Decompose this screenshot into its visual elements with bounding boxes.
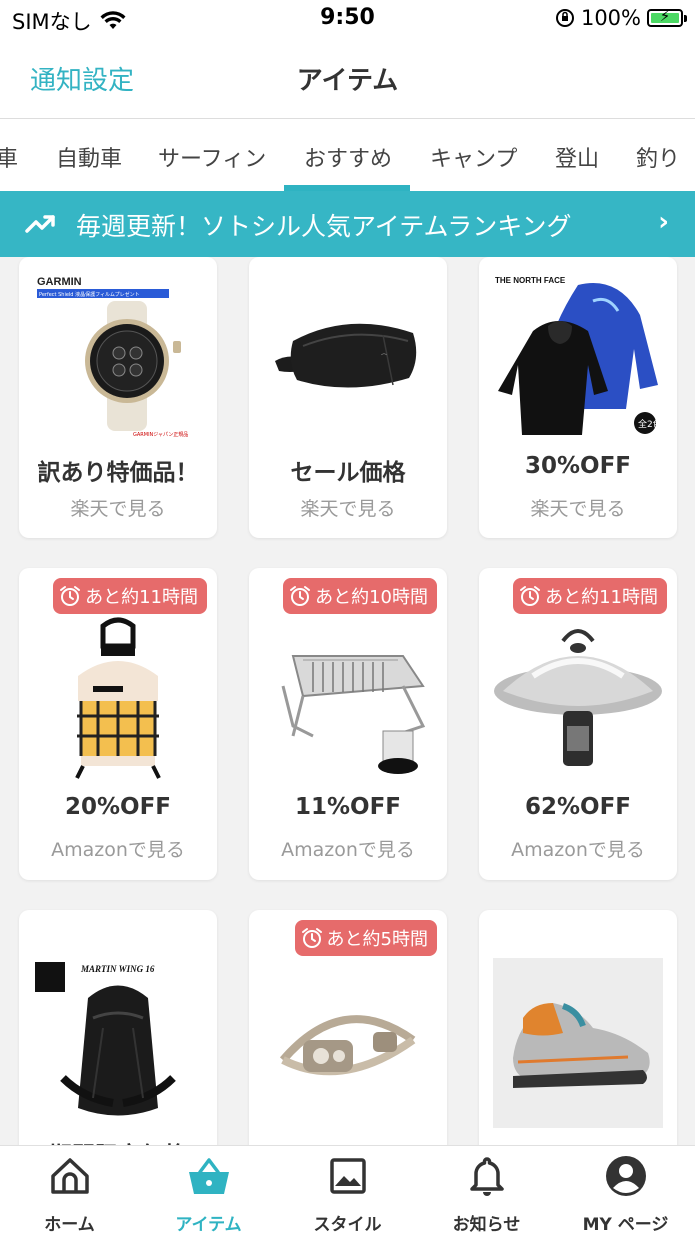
product-title: 62%OFF <box>524 794 632 820</box>
product-image-bbq-grill <box>281 655 426 774</box>
navigation-bar: 通知設定 アイテム <box>0 38 695 119</box>
product-store-link[interactable]: Amazonで見る <box>479 835 677 862</box>
time-remaining-badge: あと約11時間 <box>53 578 207 614</box>
tab-home[interactable]: ホーム <box>0 1146 139 1237</box>
badge-text: あと約11時間 <box>545 587 658 608</box>
tab-recommended[interactable]: おすすめ <box>304 141 392 173</box>
product-card[interactable]: THE NORTH FACE 全2色 30%OFF 楽天で見る <box>479 257 677 538</box>
product-image-lamp-shade <box>494 629 662 766</box>
alarm-clock-icon <box>60 586 81 606</box>
image-footnote: GARMINジャパン正規品 <box>133 431 188 438</box>
orientation-lock-icon <box>555 9 574 27</box>
badge-text: あと約5時間 <box>326 929 428 950</box>
product-image-waist-bag: ⌒ <box>275 323 417 388</box>
product-title: 11%OFF <box>294 794 402 820</box>
trending-up-icon <box>25 215 55 233</box>
product-store-link[interactable]: 楽天で見る <box>479 494 677 521</box>
image-icon <box>329 1158 366 1194</box>
product-image-smartwatch: GARMIN Perfect Shield 液晶保護フィルムプレゼント GARM… <box>37 276 188 438</box>
tab-automobile[interactable]: 自動車 <box>56 141 122 173</box>
user-icon <box>605 1156 646 1196</box>
tab-items[interactable]: アイテム <box>139 1146 278 1237</box>
badge-text: あと約11時間 <box>85 587 198 608</box>
tab-label: ホーム <box>44 1215 95 1235</box>
product-image-lantern <box>75 617 161 779</box>
product-card[interactable]: ⌒ セール価格 楽天で見る <box>249 257 447 538</box>
tab-label: MY ページ <box>582 1215 669 1235</box>
tab-label: スタイル <box>313 1215 382 1235</box>
badge-text: あと約10時間 <box>315 587 428 608</box>
garmin-logo-text: GARMIN <box>37 276 82 288</box>
product-card[interactable] <box>479 910 677 1145</box>
product-title: 20%OFF <box>64 794 172 820</box>
product-image-rain-jackets: THE NORTH FACE 全2色 <box>495 276 662 435</box>
home-icon <box>50 1158 89 1194</box>
battery-percent: 100% <box>580 6 641 30</box>
product-card[interactable]: MARTIN WING 16 期間限定価格 <box>19 910 217 1145</box>
product-store-link[interactable]: Amazonで見る <box>249 835 447 862</box>
notification-settings-button[interactable]: 通知設定 <box>30 60 134 97</box>
time-remaining-badge: あと約11時間 <box>513 578 667 614</box>
product-card[interactable]: あと約11時間 20%OFF Amazonで見る <box>19 568 217 880</box>
product-title: 30%OFF <box>524 453 632 479</box>
product-title: 期間限定価格 <box>19 1136 217 1145</box>
product-title: セール価格 <box>290 460 406 486</box>
basket-icon <box>188 1158 229 1194</box>
product-image-hiking-shoe <box>493 958 663 1128</box>
alarm-clock-icon <box>301 928 322 948</box>
tab-surfing[interactable]: サーフィン <box>158 141 266 173</box>
alarm-clock-icon <box>290 586 311 606</box>
product-image-headlamp <box>279 1015 416 1076</box>
status-bar: SIMなし 9:50 100% ⚡ <box>0 0 695 38</box>
tab-car-partial[interactable]: 車 <box>0 141 18 173</box>
chevron-right-icon: › <box>658 207 669 237</box>
brand-logo-text: THE NORTH FACE <box>495 276 566 285</box>
tab-camp[interactable]: キャンプ <box>430 141 517 173</box>
battery-icon: ⚡ <box>647 7 687 27</box>
tab-label: お知らせ <box>452 1215 521 1235</box>
product-grid: GARMIN Perfect Shield 液晶保護フィルムプレゼント GARM… <box>0 257 695 1145</box>
tab-notifications[interactable]: お知らせ <box>417 1146 556 1237</box>
color-count-badge: 全2色 <box>638 418 662 430</box>
tab-label: アイテム <box>175 1215 242 1235</box>
tab-my-page[interactable]: MY ページ <box>556 1146 695 1237</box>
banner-text: 毎週更新！ソトシル人気アイテムランキング <box>76 212 572 241</box>
product-store-link[interactable]: 楽天で見る <box>19 494 217 521</box>
tab-style[interactable]: スタイル <box>278 1146 417 1237</box>
product-card[interactable]: あと約11時間 62%OFF Amazonで見る <box>479 568 677 880</box>
bell-icon <box>469 1157 504 1196</box>
image-caption: Perfect Shield 液晶保護フィルムプレゼント <box>39 291 140 298</box>
tab-mountaineering[interactable]: 登山 <box>555 141 599 173</box>
product-title: 訳あり特価品！ <box>37 460 199 486</box>
product-card[interactable]: あと約5時間 <box>249 910 447 1145</box>
product-store-link[interactable]: 楽天で見る <box>249 494 447 521</box>
bottom-tab-bar: ホーム アイテム スタイル お知らせ MY ページ <box>0 1145 695 1237</box>
product-image-backpack: MARTIN WING 16 <box>35 962 176 1116</box>
product-card[interactable]: GARMIN Perfect Shield 液晶保護フィルムプレゼント GARM… <box>19 257 217 538</box>
time-remaining-badge: あと約5時間 <box>294 920 437 956</box>
time-remaining-badge: あと約10時間 <box>283 578 437 614</box>
svg-text:⌒: ⌒ <box>381 354 387 361</box>
status-right: 100% ⚡ <box>555 6 687 30</box>
tab-fishing[interactable]: 釣り <box>636 141 680 173</box>
product-store-link[interactable]: Amazonで見る <box>19 835 217 862</box>
ranking-banner[interactable]: 毎週更新！ソトシル人気アイテムランキング › <box>0 191 695 257</box>
category-tabs: 車 自動車 サーフィン おすすめ キャンプ 登山 釣り <box>0 119 695 191</box>
product-card[interactable]: あと約10時間 11%OFF Amazonで見る <box>249 568 447 880</box>
model-name-text: MARTIN WING 16 <box>80 964 155 974</box>
alarm-clock-icon <box>520 586 541 606</box>
